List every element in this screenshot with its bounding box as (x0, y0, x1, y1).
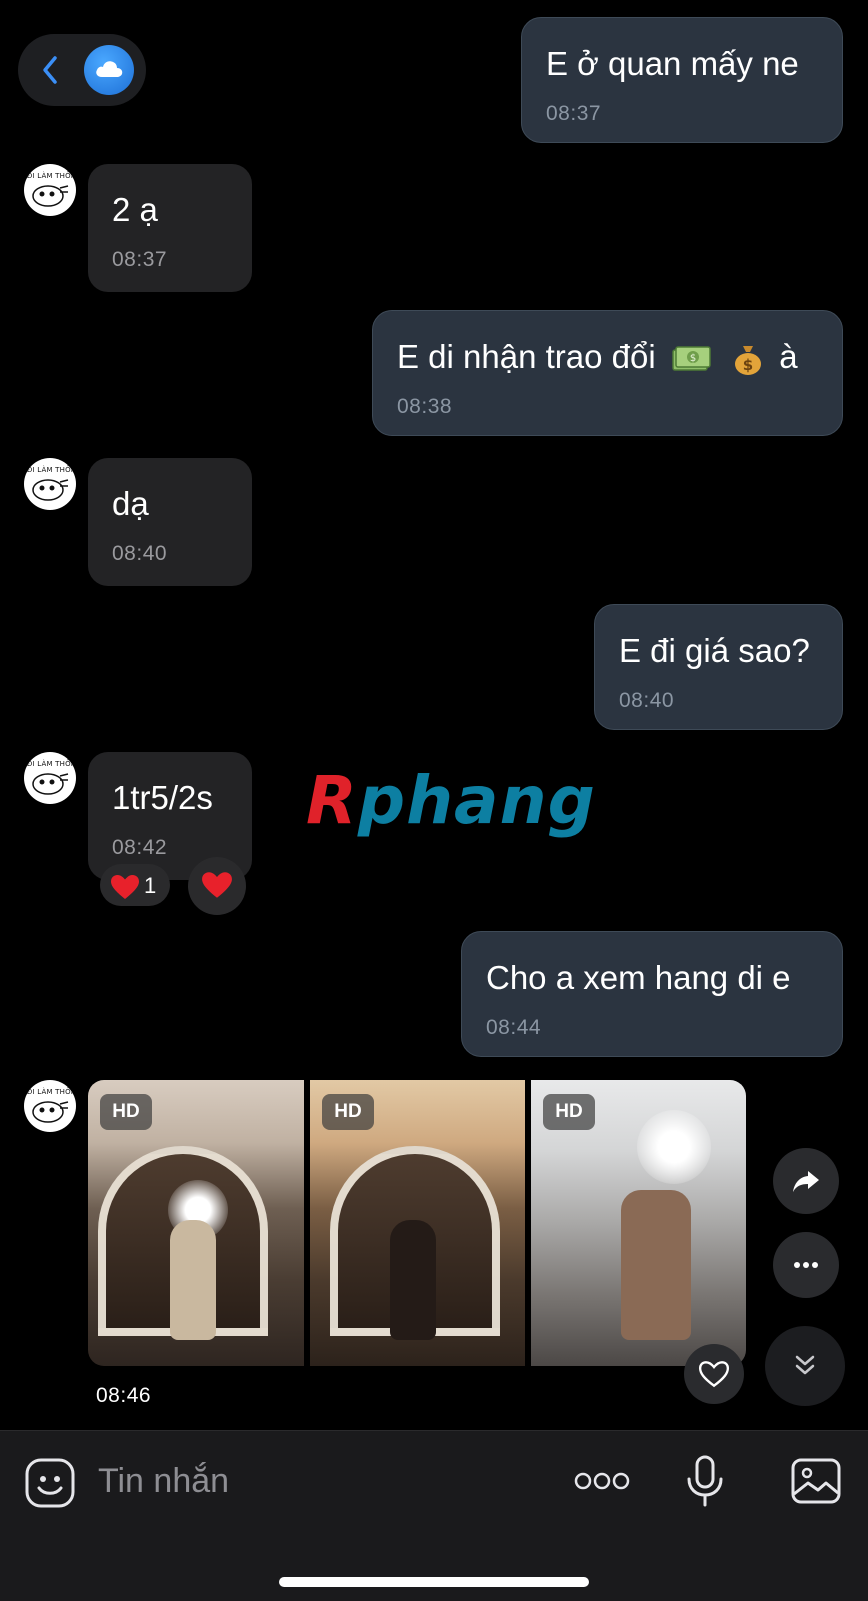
message-text: 1tr5/2s (112, 779, 213, 816)
hd-badge: HD (322, 1094, 374, 1130)
contact-avatar[interactable]: ĐI LÀM THÔI (24, 458, 76, 510)
more-options-icon[interactable] (574, 1471, 630, 1491)
watermark-first-letter: R (306, 762, 358, 839)
photo-message-time: 08:46 (96, 1384, 152, 1407)
contact-avatar[interactable]: ĐI LÀM THÔI (24, 164, 76, 216)
message-text: E di nhận trao đổi $ $ à (397, 337, 798, 377)
message-input[interactable] (98, 1459, 518, 1503)
message-time: 08:42 (112, 836, 168, 859)
share-button[interactable] (773, 1148, 839, 1214)
like-button[interactable] (684, 1344, 744, 1404)
message-bubble-outgoing[interactable]: E đi giá sao? 08:40 (594, 604, 843, 730)
message-bubble-outgoing[interactable]: E ở quan mấy ne 08:37 (521, 17, 843, 143)
scroll-down-icon (795, 1355, 815, 1375)
contact-avatar[interactable] (84, 45, 134, 95)
heart-outline-icon (698, 1361, 730, 1388)
photo-thumbnail[interactable]: HD (310, 1080, 525, 1366)
hd-badge: HD (100, 1094, 152, 1130)
message-bubble-outgoing[interactable]: E di nhận trao đổi $ $ à 08:38 (372, 310, 843, 436)
scroll-down-button[interactable] (765, 1326, 845, 1406)
cat-sticker-icon (32, 773, 69, 795)
reaction-count: 1 (144, 873, 157, 898)
message-bubble-incoming[interactable]: 2 ạ 08:37 (88, 164, 252, 292)
message-text-start: E di nhận trao đổi (397, 338, 656, 375)
money-bag-emoji-icon: $ (735, 346, 762, 376)
heart-icon (202, 872, 232, 898)
contact-avatar[interactable]: ĐI LÀM THÔI (24, 752, 76, 804)
photo-flash (637, 1110, 711, 1184)
photo-thumbnail[interactable]: HD (88, 1080, 304, 1366)
home-indicator[interactable] (279, 1577, 589, 1587)
photo-figure (170, 1220, 216, 1340)
microphone-icon[interactable] (686, 1455, 724, 1509)
message-time: 08:37 (546, 102, 602, 125)
message-text-end: à (779, 338, 798, 375)
message-time: 08:38 (397, 395, 453, 418)
message-time: 08:37 (112, 248, 168, 271)
more-actions-button[interactable] (773, 1232, 839, 1298)
message-composer (0, 1430, 868, 1601)
message-bubble-incoming[interactable]: dạ 08:40 (88, 458, 252, 586)
sticker-icon[interactable] (24, 1457, 76, 1509)
share-icon (793, 1171, 819, 1192)
message-text: E đi giá sao? (619, 632, 810, 669)
cat-sticker-icon (32, 479, 69, 501)
react-button[interactable] (188, 857, 246, 915)
chevron-left-icon[interactable] (40, 54, 60, 86)
message-text: Cho a xem hang di e (486, 959, 791, 996)
message-time: 08:44 (486, 1016, 542, 1039)
message-bubble-outgoing[interactable]: Cho a xem hang di e 08:44 (461, 931, 843, 1057)
watermark-rest: phang (357, 762, 596, 839)
photo-figure (390, 1220, 436, 1340)
money-bills-emoji-icon: $ (672, 346, 711, 372)
message-time: 08:40 (112, 542, 168, 565)
message-text: E ở quan mấy ne (546, 45, 799, 82)
watermark: Rphang (306, 762, 596, 839)
reaction-summary[interactable]: 1 (100, 864, 170, 906)
contact-avatar[interactable]: ĐI LÀM THÔI (24, 1080, 76, 1132)
more-icon (794, 1262, 818, 1268)
photo-figure (621, 1190, 691, 1340)
cloud-icon (96, 61, 123, 77)
cat-sticker-icon (32, 185, 69, 207)
photo-thumbnail[interactable]: HD (531, 1080, 746, 1366)
image-icon[interactable] (790, 1457, 842, 1505)
svg-text:$: $ (690, 353, 696, 364)
svg-text:$: $ (743, 356, 753, 374)
hd-badge: HD (543, 1094, 595, 1130)
heart-icon (111, 875, 139, 899)
message-text: 2 ạ (112, 191, 158, 228)
cat-sticker-icon (32, 1101, 69, 1123)
message-text: dạ (112, 485, 149, 522)
message-time: 08:40 (619, 689, 675, 712)
